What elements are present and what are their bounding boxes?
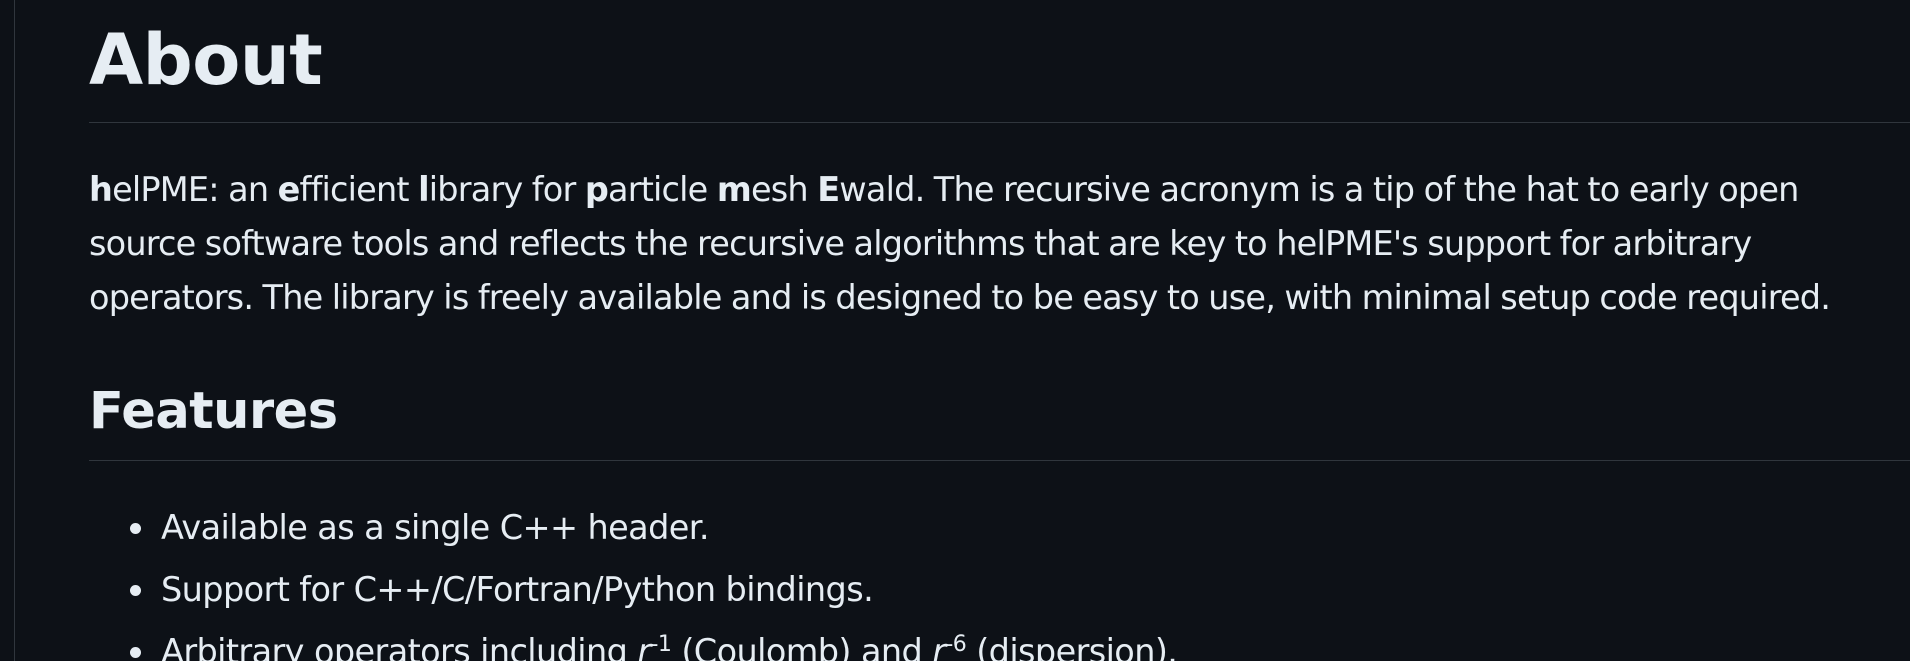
variable-r: r — [637, 632, 651, 661]
feature-text-post: (dispersion). — [966, 632, 1178, 661]
exponent: -6 — [945, 631, 967, 657]
feature-text: Available as a single C++ header. — [161, 508, 709, 547]
acronym-letter-h: h — [89, 170, 113, 209]
features-heading-divider — [89, 460, 1910, 461]
about-description: helPME: an efficient library for particl… — [89, 163, 1889, 325]
features-heading: Features — [89, 382, 338, 441]
desc-seg-5: article — [608, 170, 717, 209]
acronym-letter-E: E — [817, 170, 840, 209]
list-item: Available as a single C++ header. — [89, 499, 1177, 561]
desc-seg-1: el — [112, 170, 141, 209]
acronym-letter-p: p — [584, 170, 609, 209]
desc-seg-6: esh — [750, 170, 818, 209]
feature-text-mid: (Coulomb) and — [671, 632, 933, 661]
bullet-icon — [130, 585, 141, 596]
exponent: -1 — [650, 631, 672, 657]
feature-text: Support for C++/C/Fortran/Python binding… — [161, 570, 874, 609]
bullet-icon — [130, 523, 141, 534]
bullet-icon — [130, 647, 141, 658]
desc-seg-3: fficient — [299, 170, 419, 209]
variable-r: r — [932, 632, 946, 661]
features-list: Available as a single C++ header. Suppor… — [89, 499, 1178, 661]
feature-text-pre: Arbitrary operators including — [161, 632, 638, 661]
desc-seg-2: PME: an — [140, 170, 278, 209]
about-heading: About — [89, 19, 323, 101]
acronym-letter-e: e — [277, 170, 301, 209]
about-heading-divider — [89, 122, 1910, 123]
desc-seg-4: ibrary for — [428, 170, 585, 209]
list-item: Arbitrary operators including r-1 (Coulo… — [89, 623, 1178, 661]
left-border — [14, 0, 15, 661]
acronym-letter-l: l — [418, 170, 429, 209]
acronym-letter-m: m — [716, 170, 752, 209]
list-item: Support for C++/C/Fortran/Python binding… — [89, 561, 1177, 623]
